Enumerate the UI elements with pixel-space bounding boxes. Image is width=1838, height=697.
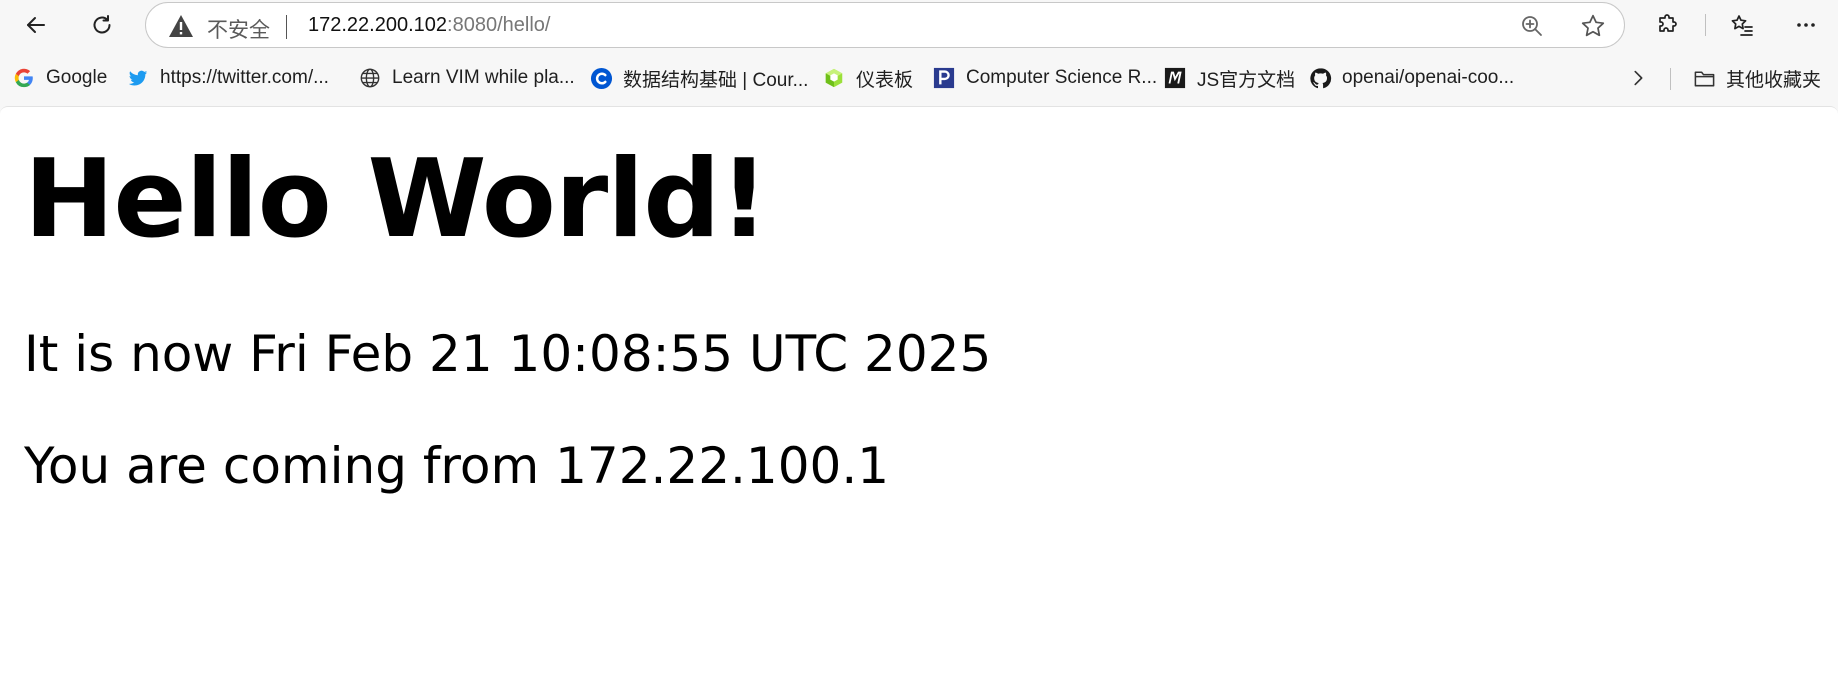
bookmark-dashboard[interactable]: 仪表板 [822, 64, 913, 92]
twitter-icon [126, 66, 150, 90]
back-button[interactable] [16, 5, 56, 45]
bookmark-label: Computer Science R... [966, 67, 1158, 88]
cube-icon [822, 66, 846, 90]
folder-icon [1692, 66, 1716, 90]
puzzle-icon [1659, 14, 1677, 32]
refresh-icon [93, 15, 111, 34]
bookmark-google[interactable]: Google [12, 64, 107, 92]
address-bar[interactable]: 不安全 172.22.200.102:8080/hello/ [145, 2, 1625, 48]
security-label[interactable]: 不安全 [207, 14, 270, 44]
url-text[interactable]: 172.22.200.102:8080/hello/ [308, 14, 550, 37]
bookmark-twitter[interactable]: https://twitter.com/... [126, 64, 329, 92]
url-host: 172.22.200.102 [308, 14, 448, 36]
bookmark-label: Learn VIM while pla... [392, 67, 575, 88]
favorites-button[interactable] [1722, 5, 1762, 45]
address-divider [286, 15, 287, 39]
extensions-button[interactable] [1648, 5, 1688, 45]
coursera-icon [589, 66, 613, 90]
browser-toolbar: 不安全 172.22.200.102:8080/hello/ [0, 0, 1838, 50]
google-icon [12, 66, 36, 90]
url-path: :8080/hello/ [447, 14, 551, 36]
bookmark-coursera[interactable]: 数据结构基础 | Cour... [589, 64, 808, 92]
toolbar-divider [1705, 14, 1706, 36]
other-bookmarks-folder[interactable]: 其他收藏夹 [1692, 64, 1821, 92]
page-content: Hello World! It is now Fri Feb 21 10:08:… [0, 106, 1838, 697]
bookmark-label: JS官方文档 [1197, 69, 1296, 91]
client-ip-text: You are coming from 172.22.100.1 [24, 437, 890, 495]
bookmark-label: openai/openai-coo... [1342, 67, 1515, 88]
bookmarks-bar: Google https://twitter.com/... Learn VIM… [0, 54, 1838, 102]
warning-icon[interactable] [168, 14, 194, 38]
github-icon [1308, 66, 1332, 90]
bookmark-learn-vim[interactable]: Learn VIM while pla... [358, 64, 575, 92]
refresh-button[interactable] [82, 5, 122, 45]
more-dots-icon [1797, 23, 1815, 27]
more-menu-button[interactable] [1786, 5, 1826, 45]
favorite-star-icon[interactable] [1580, 13, 1606, 39]
bookmark-label: https://twitter.com/... [160, 67, 329, 88]
back-arrow-icon [27, 17, 45, 33]
bookmarks-divider [1670, 68, 1671, 90]
other-bookmarks-label: 其他收藏夹 [1726, 69, 1822, 91]
m-logo-icon [1163, 66, 1187, 90]
globe-icon [358, 66, 382, 90]
bookmark-js-docs[interactable]: JS官方文档 [1163, 64, 1295, 92]
chevron-right-icon [1626, 66, 1650, 90]
zoom-icon[interactable] [1520, 14, 1544, 38]
current-time-text: It is now Fri Feb 21 10:08:55 UTC 2025 [24, 325, 992, 383]
bookmark-label: 数据结构基础 | Cour... [623, 69, 809, 91]
bookmarks-overflow-button[interactable] [1626, 64, 1650, 92]
bookmark-openai-cookbook[interactable]: openai/openai-coo... [1308, 64, 1514, 92]
favorites-list-icon [1731, 15, 1753, 36]
bookmark-label: Google [46, 67, 108, 88]
bookmark-computer-science[interactable]: Computer Science R... [932, 64, 1157, 92]
p-logo-icon [932, 66, 956, 90]
bookmark-label: 仪表板 [856, 69, 914, 91]
page-heading: Hello World! [24, 137, 769, 262]
